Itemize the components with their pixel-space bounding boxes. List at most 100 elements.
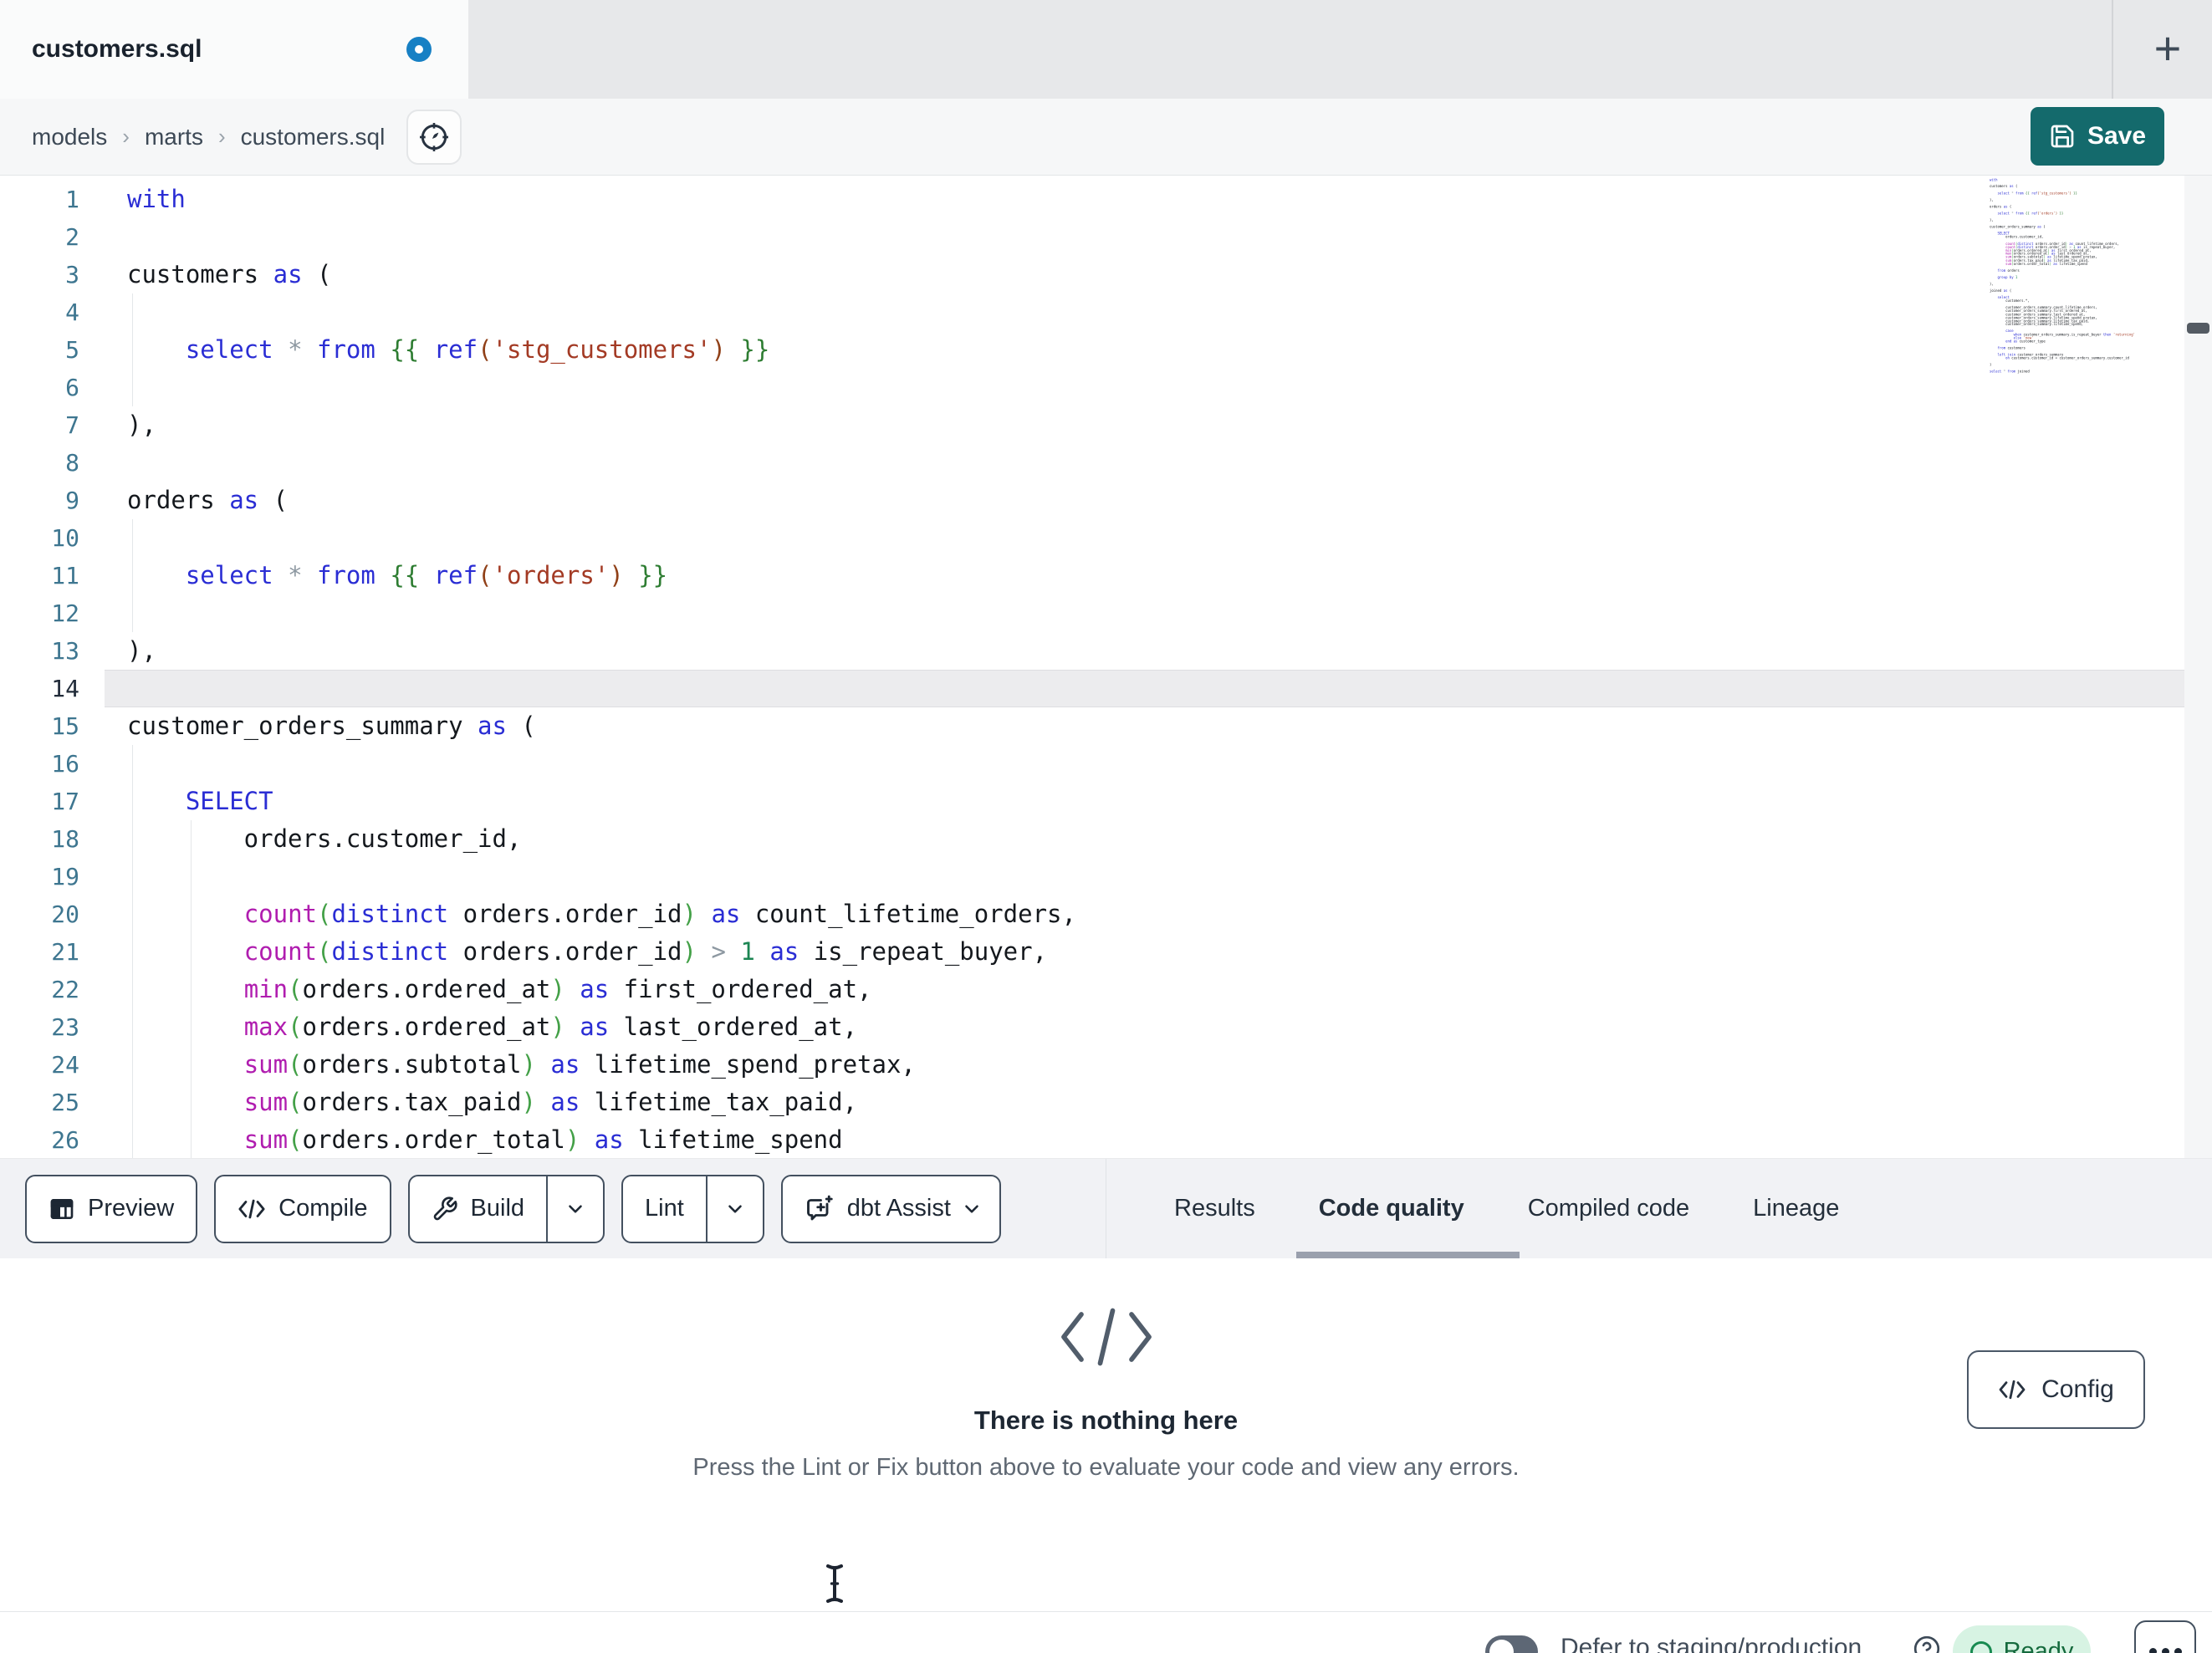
code-line[interactable]: 19: [0, 858, 2212, 895]
lint-main[interactable]: Lint: [623, 1176, 706, 1242]
code-line[interactable]: 15 customer_orders_summary as (: [0, 707, 2212, 745]
dbt-ide-window: customers.sql + models › marts › custome…: [0, 0, 2212, 1653]
scrollbar-thumb[interactable]: [2187, 323, 2209, 334]
active-tab-underline: [1296, 1252, 1520, 1258]
new-tab-button[interactable]: +: [2131, 12, 2204, 85]
dbt-assist-dropdown-button[interactable]: [958, 1176, 999, 1242]
config-button[interactable]: Config: [1967, 1350, 2145, 1429]
help-icon[interactable]: [1912, 1634, 1942, 1653]
defer-label: Defer to staging/production: [1561, 1634, 1862, 1653]
line-number: 13: [51, 637, 79, 665]
code-line[interactable]: 11 select * from {{ ref('orders') }}: [0, 557, 2212, 594]
tab-divider: [2112, 0, 2113, 99]
code-line[interactable]: 14: [0, 670, 2212, 707]
code-line[interactable]: 13),: [0, 632, 2212, 670]
table-icon: [50, 1198, 74, 1219]
code-line[interactable]: 1 with: [0, 181, 2212, 218]
editor-scrollbar[interactable]: [2184, 176, 2212, 1158]
line-number: 25: [51, 1089, 79, 1116]
save-label: Save: [2087, 122, 2147, 150]
line-number: 3: [65, 261, 79, 288]
empty-state-code-icon: [0, 1302, 2212, 1372]
line-number: 17: [51, 788, 79, 815]
code-line[interactable]: 18 orders.customer_id,: [0, 820, 2212, 858]
build-main[interactable]: Build: [410, 1176, 547, 1242]
wrench-icon: [433, 1196, 457, 1220]
save-icon: [2051, 125, 2074, 148]
code-line[interactable]: 23 max(orders.ordered_at) as last_ordere…: [0, 1008, 2212, 1046]
code-line[interactable]: 16: [0, 745, 2212, 783]
code-line[interactable]: 20 count(distinct orders.order_id) as co…: [0, 895, 2212, 933]
code-line[interactable]: 9 orders as (: [0, 482, 2212, 519]
compile-button[interactable]: Compile: [214, 1174, 391, 1243]
line-number: 19: [51, 863, 79, 890]
save-button[interactable]: Save: [2031, 107, 2164, 166]
code-line[interactable]: 22 min(orders.ordered_at) as first_order…: [0, 971, 2212, 1008]
breadcrumb-bar: models › marts › customers.sql Save: [0, 99, 2212, 176]
dbt-assist-button[interactable]: dbt Assist: [780, 1174, 1001, 1243]
lint-label: Lint: [645, 1195, 684, 1222]
build-button[interactable]: Build: [407, 1174, 605, 1243]
tab-compiled-code[interactable]: Compiled code: [1528, 1195, 1689, 1222]
lint-button[interactable]: Lint: [621, 1174, 764, 1243]
tab-title: customers.sql: [32, 35, 202, 63]
line-number: 11: [51, 562, 79, 589]
build-dropdown-button[interactable]: [546, 1176, 603, 1242]
tab-customers-sql[interactable]: customers.sql: [0, 0, 468, 99]
empty-state-subtitle: Press the Lint or Fix button above to ev…: [692, 1454, 1520, 1481]
line-number: 8: [65, 449, 79, 477]
breadcrumb-separator: ›: [217, 124, 226, 149]
tab-lineage[interactable]: Lineage: [1753, 1195, 1839, 1222]
code-line[interactable]: 10: [0, 519, 2212, 557]
lint-dropdown-button[interactable]: [705, 1176, 763, 1242]
code-line[interactable]: 3 customers as (: [0, 256, 2212, 293]
line-number: 14: [51, 675, 79, 702]
code-line[interactable]: 21 count(distinct orders.order_id) > 1 a…: [0, 933, 2212, 971]
code-line[interactable]: 8: [0, 444, 2212, 482]
code-line[interactable]: 17 SELECT: [0, 783, 2212, 820]
compile-label: Compile: [278, 1195, 368, 1222]
code-line[interactable]: 26 sum(orders.order_total) as lifetime_s…: [0, 1121, 2212, 1158]
chevron-down-icon: [569, 1204, 582, 1213]
line-number: 15: [51, 712, 79, 740]
defer-toggle[interactable]: [1485, 1635, 1538, 1653]
ready-status-badge[interactable]: Ready: [1953, 1625, 2091, 1653]
status-bar: Defer to staging/production Ready: [0, 1611, 2212, 1653]
minimap[interactable]: with customers as ( select * from {{ ref(…: [1990, 178, 2184, 395]
line-number: 22: [51, 976, 79, 1003]
tab-results[interactable]: Results: [1174, 1195, 1255, 1222]
line-number: 20: [51, 900, 79, 928]
code-icon: [238, 1199, 265, 1218]
line-number: 16: [51, 750, 79, 778]
code-line[interactable]: 2: [0, 218, 2212, 256]
code-icon: [1999, 1380, 2026, 1400]
dbt-assist-label: dbt Assist: [846, 1195, 951, 1222]
code-line[interactable]: 6: [0, 369, 2212, 406]
assist-chat-icon: [806, 1195, 833, 1220]
line-number: 12: [51, 599, 79, 627]
code-line[interactable]: 7),: [0, 406, 2212, 444]
line-number: 10: [51, 524, 79, 552]
build-label: Build: [470, 1195, 525, 1222]
line-number: 23: [51, 1013, 79, 1041]
code-line[interactable]: 5 select * from {{ ref('stg_customers') …: [0, 331, 2212, 369]
overflow-menu-button[interactable]: [2134, 1620, 2196, 1653]
line-number: 2: [65, 223, 79, 251]
code-line[interactable]: 25 sum(orders.tax_paid) as lifetime_tax_…: [0, 1084, 2212, 1121]
code-line[interactable]: 12: [0, 594, 2212, 632]
code-line[interactable]: 24 sum(orders.subtotal) as lifetime_spen…: [0, 1046, 2212, 1084]
dot: [2161, 1647, 2169, 1653]
breadcrumb-models[interactable]: models: [32, 124, 107, 151]
compass-icon: [420, 122, 449, 151]
config-label: Config: [2041, 1375, 2114, 1403]
line-number: 4: [65, 298, 79, 326]
breadcrumb-marts[interactable]: marts: [145, 124, 203, 151]
code-editor[interactable]: 1 with 2 3 customers as ( 4 5 select * from {{…: [0, 176, 2212, 1158]
code-line[interactable]: 4: [0, 293, 2212, 331]
ready-ring-icon: [1969, 1640, 1992, 1653]
preview-button[interactable]: Preview: [25, 1174, 198, 1243]
breadcrumb-file[interactable]: customers.sql: [241, 124, 386, 151]
tab-code-quality[interactable]: Code quality: [1319, 1195, 1464, 1222]
preview-label: Preview: [88, 1195, 175, 1222]
explore-lineage-button[interactable]: [406, 109, 462, 165]
